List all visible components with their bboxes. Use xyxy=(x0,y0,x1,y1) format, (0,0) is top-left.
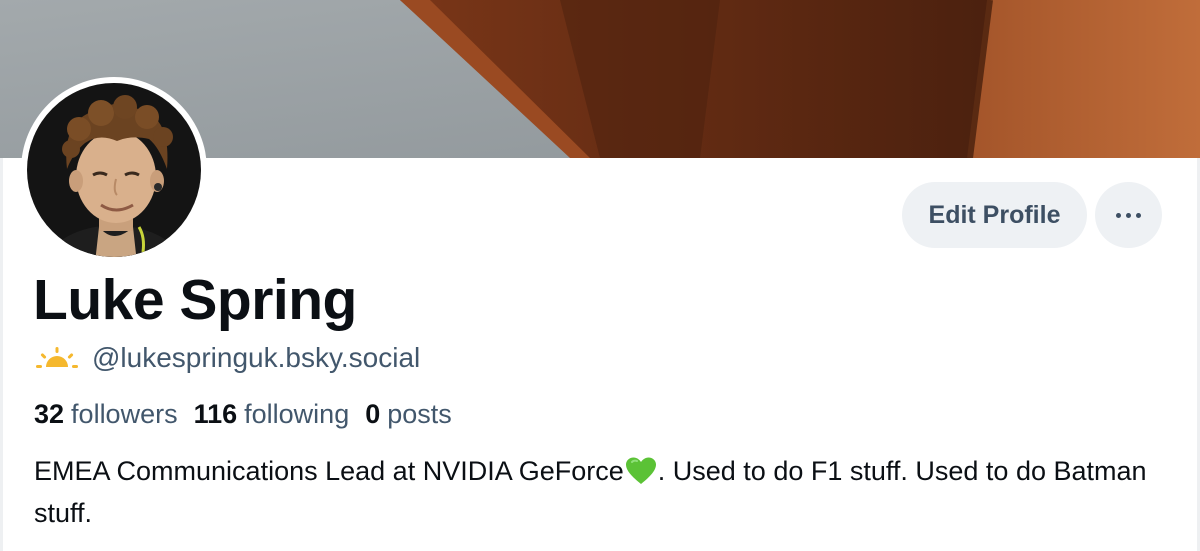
posts-label: posts xyxy=(387,399,452,429)
bio-text-part1: EMEA Communications Lead at NVIDIA GeFor… xyxy=(34,456,624,486)
posts-stat: 0 posts xyxy=(365,394,452,434)
profile-screen: Edit Profile Luke Spring @lukespringuk.b… xyxy=(0,0,1200,551)
posts-count: 0 xyxy=(365,399,381,429)
profile-bio: EMEA Communications Lead at NVIDIA GeFor… xyxy=(34,450,1174,534)
ellipsis-icon xyxy=(1126,212,1131,218)
profile-handle[interactable]: @lukespringuk.bsky.social xyxy=(92,338,420,378)
followers-link[interactable]: 32 followers xyxy=(34,394,178,434)
followers-label: followers xyxy=(71,399,178,429)
green-heart-icon xyxy=(625,457,656,484)
sunrise-icon xyxy=(36,347,78,368)
following-label: following xyxy=(244,399,350,429)
handle-row: @lukespringuk.bsky.social xyxy=(36,338,420,378)
profile-stats: 32 followers 116 following 0 posts xyxy=(34,394,468,434)
avatar[interactable] xyxy=(21,77,207,263)
followers-count: 32 xyxy=(34,399,65,429)
ellipsis-icon xyxy=(1116,212,1121,218)
following-count: 116 xyxy=(193,399,238,429)
left-border xyxy=(0,158,3,551)
edit-profile-button[interactable]: Edit Profile xyxy=(902,182,1087,248)
ellipsis-icon xyxy=(1136,212,1141,218)
following-link[interactable]: 116 following xyxy=(194,394,350,434)
more-options-button[interactable] xyxy=(1095,182,1162,248)
avatar-image xyxy=(22,78,206,262)
display-name: Luke Spring xyxy=(33,268,357,332)
